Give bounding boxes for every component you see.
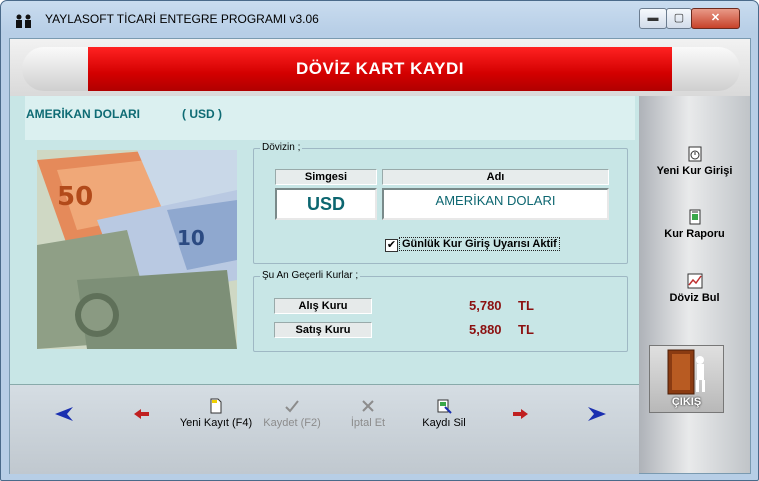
new-document-icon — [208, 398, 224, 414]
app-users-icon — [13, 13, 35, 29]
title-bar[interactable]: YAYLASOFT TİCARİ ENTEGRE PROGRAMI v3.06 … — [1, 1, 758, 39]
cancel-x-icon — [360, 398, 376, 414]
rate-report-label: Kur Raporu — [664, 228, 725, 240]
report-icon — [687, 209, 703, 225]
exit-label: ÇIKIŞ — [671, 396, 702, 408]
chart-icon — [687, 273, 703, 289]
maximize-button[interactable]: ▢ — [666, 8, 692, 29]
buy-rate-label: Alış Kuru — [274, 298, 372, 314]
delete-record-button[interactable]: Kaydı Sil — [416, 398, 472, 429]
save-label: Kaydet (F2) — [263, 417, 321, 429]
last-record-icon[interactable] — [586, 407, 606, 421]
symbol-field[interactable]: USD — [275, 188, 377, 220]
close-button[interactable]: ✕ — [691, 8, 740, 29]
new-record-label: Yeni Kayıt (F4) — [179, 417, 253, 429]
new-rate-entry-button[interactable]: Yeni Kur Girişi — [639, 146, 750, 177]
exit-button[interactable]: ÇIKIŞ — [649, 345, 724, 413]
currency-group-label: Dövizin ; — [260, 142, 303, 153]
rates-group-label: Şu An Geçerli Kurlar ; — [260, 270, 361, 281]
sell-rate-unit: TL — [518, 322, 534, 337]
delete-record-icon — [436, 398, 452, 414]
alert-checkbox[interactable]: ✔ — [385, 239, 398, 252]
maximize-icon: ▢ — [673, 12, 685, 24]
new-rate-entry-label: Yeni Kur Girişi — [656, 165, 733, 177]
alert-checkbox-label[interactable]: Günlük Kur Giriş Uyarısı Aktif — [399, 237, 560, 251]
exit-door-icon — [667, 349, 705, 395]
header-currency-name: AMERİKAN DOLARI — [26, 107, 140, 121]
find-currency-button[interactable]: Döviz Bul — [639, 273, 750, 304]
checkmark-icon — [284, 398, 300, 414]
next-record-icon[interactable] — [510, 407, 530, 421]
delete-record-label: Kaydı Sil — [422, 417, 466, 429]
cancel-label: İptal Et — [350, 417, 386, 429]
previous-record-icon[interactable] — [132, 407, 152, 421]
app-window: YAYLASOFT TİCARİ ENTEGRE PROGRAMI v3.06 … — [0, 0, 759, 481]
header-currency-code: ( USD ) — [182, 107, 222, 121]
form-client-area: DÖVİZ KART KAYDI AMERİKAN DOLARI ( USD )… — [9, 38, 751, 474]
new-record-button[interactable]: Yeni Kayıt (F4) — [178, 398, 254, 429]
close-icon: ✕ — [710, 12, 721, 24]
rates-group — [253, 276, 628, 352]
first-record-icon[interactable] — [55, 407, 75, 421]
buy-rate-value: 5,780 — [469, 298, 502, 313]
svg-text:50: 50 — [57, 182, 93, 212]
right-sidebar: Yeni Kur Girişi Kur Raporu Döviz Bul ÇIK… — [639, 96, 750, 473]
minimize-icon: ▬ — [647, 12, 659, 24]
minimize-button[interactable]: ▬ — [639, 8, 667, 29]
sell-rate-value: 5,880 — [469, 322, 502, 337]
svg-text:10: 10 — [177, 226, 205, 250]
page-title: DÖVİZ KART KAYDI — [296, 59, 464, 78]
sell-rate-label: Satış Kuru — [274, 322, 372, 338]
rate-report-button[interactable]: Kur Raporu — [639, 209, 750, 240]
cancel-button[interactable]: İptal Et — [340, 398, 396, 429]
symbol-column-header: Simgesi — [275, 169, 377, 185]
currency-banknotes-image: 50 10 — [37, 150, 237, 349]
banner: DÖVİZ KART KAYDI — [10, 39, 750, 96]
buy-rate-unit: TL — [518, 298, 534, 313]
clock-icon — [687, 146, 703, 162]
window-title: YAYLASOFT TİCARİ ENTEGRE PROGRAMI v3.06 — [45, 12, 319, 26]
save-button[interactable]: Kaydet (F2) — [257, 398, 327, 429]
bottom-toolbar: Yeni Kayıt (F4) Kaydet (F2) İptal Et Kay… — [10, 384, 639, 474]
name-field[interactable]: AMERİKAN DOLARI — [382, 188, 609, 220]
name-column-header: Adı — [382, 169, 609, 185]
find-currency-label: Döviz Bul — [669, 292, 720, 304]
